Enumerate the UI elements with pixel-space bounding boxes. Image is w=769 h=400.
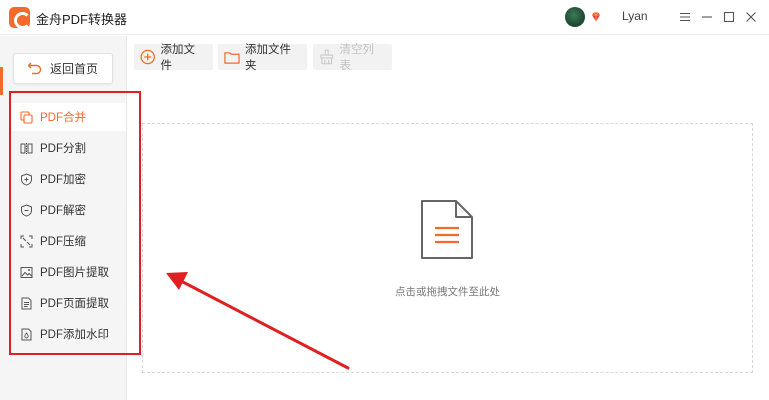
sidebar-item-pdf-merge[interactable]: PDF合并 (12, 103, 126, 131)
menu-icon[interactable] (676, 8, 694, 26)
app-logo-icon (9, 7, 31, 29)
maximize-icon[interactable] (720, 8, 738, 26)
page-extract-icon (19, 296, 33, 310)
active-indicator (0, 67, 3, 95)
add-file-button[interactable]: 添加文件 (134, 44, 213, 72)
unlock-shield-icon (19, 203, 33, 217)
compress-icon (19, 234, 33, 248)
clear-list-button[interactable]: 清空列表 (313, 44, 392, 72)
close-icon[interactable] (742, 8, 760, 26)
merge-icon (19, 110, 33, 124)
folder-icon (224, 51, 240, 64)
sidebar-item-label: PDF解密 (40, 205, 86, 217)
back-home-button[interactable]: 返回首页 (13, 53, 113, 84)
sidebar-item-pdf-encrypt[interactable]: PDF加密 (12, 165, 126, 193)
return-arrow-icon (27, 62, 42, 75)
drop-hint: 点击或拖拽文件至此处 (395, 286, 500, 298)
username[interactable]: Lyan (622, 9, 648, 23)
sidebar-item-label: PDF图片提取 (40, 267, 109, 279)
sidebar-item-pdf-page-extract[interactable]: PDF页面提取 (12, 289, 126, 317)
back-home-label: 返回首页 (50, 62, 99, 76)
sidebar-item-label: PDF加密 (40, 174, 86, 186)
sidebar-item-pdf-watermark[interactable]: PDF添加水印 (12, 320, 126, 348)
title-bar: 金舟PDF转换器 Lyan (0, 0, 769, 35)
clear-list-label: 清空列表 (339, 44, 374, 72)
document-icon (421, 200, 473, 259)
avatar[interactable] (565, 7, 585, 27)
lock-shield-icon (19, 172, 33, 186)
add-folder-label: 添加文件夹 (244, 44, 291, 72)
add-folder-button[interactable]: 添加文件夹 (218, 44, 307, 72)
sidebar-item-label: PDF合并 (40, 112, 86, 124)
image-extract-icon (19, 265, 33, 279)
sidebar-item-label: PDF添加水印 (40, 329, 109, 341)
vip-diamond-icon[interactable] (590, 11, 602, 23)
sidebar-item-label: PDF页面提取 (40, 298, 109, 310)
minimize-icon[interactable] (698, 8, 716, 26)
add-circle-icon (140, 49, 155, 65)
sidebar-item-pdf-image-extract[interactable]: PDF图片提取 (12, 258, 126, 286)
add-file-label: 添加文件 (160, 44, 195, 72)
sidebar-item-label: PDF压缩 (40, 236, 86, 248)
watermark-icon (19, 327, 33, 341)
split-icon (19, 141, 33, 155)
app-title: 金舟PDF转换器 (36, 12, 128, 27)
sidebar-item-label: PDF分割 (40, 143, 86, 155)
sidebar-item-pdf-decrypt[interactable]: PDF解密 (12, 196, 126, 224)
sidebar-item-pdf-compress[interactable]: PDF压缩 (12, 227, 126, 255)
clear-brush-icon (320, 49, 334, 65)
sidebar-item-pdf-split[interactable]: PDF分割 (12, 134, 126, 162)
